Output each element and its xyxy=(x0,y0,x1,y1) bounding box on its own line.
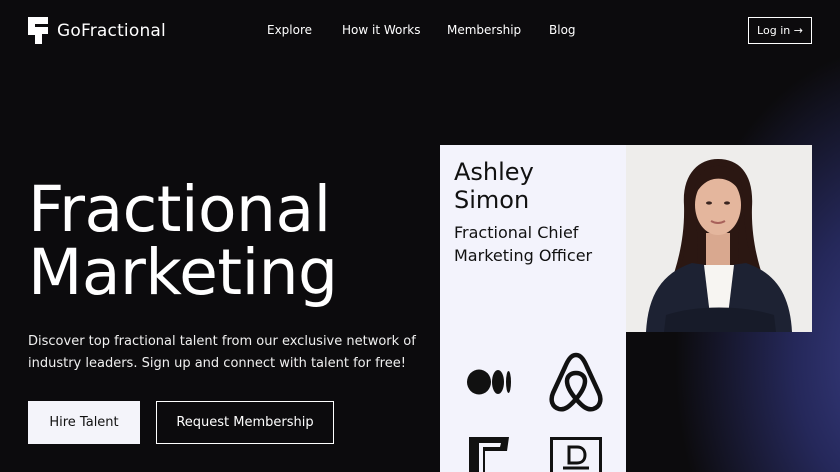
talent-portrait-image xyxy=(626,145,812,332)
talent-role-line: Fractional Chief xyxy=(454,223,579,242)
gofractional-logo-icon xyxy=(28,17,48,44)
hero-title-line: Fractional xyxy=(28,173,331,246)
talent-name-line: Simon xyxy=(454,186,530,214)
talent-name-line: Ashley xyxy=(454,158,534,186)
login-button[interactable]: Log in → xyxy=(748,17,812,44)
doordash-d-logo-icon xyxy=(550,437,602,472)
talent-name: Ashley Simon xyxy=(454,158,534,214)
hire-talent-button[interactable]: Hire Talent xyxy=(28,401,140,444)
hero-title-line: Marketing xyxy=(28,236,338,309)
medium-logo-icon xyxy=(467,369,511,395)
nav-link-blog[interactable]: Blog xyxy=(549,23,576,37)
talent-role: Fractional Chief Marketing Officer xyxy=(454,221,592,267)
hero-description-line: Discover top fractional talent from our … xyxy=(28,334,416,349)
brand-name: GoFractional xyxy=(57,20,166,41)
top-nav: GoFractional Explore How it Works Member… xyxy=(0,0,840,62)
request-membership-button[interactable]: Request Membership xyxy=(156,401,334,444)
hero-title: Fractional Marketing xyxy=(28,178,338,304)
hero-description-line: industry leaders. Sign up and connect wi… xyxy=(28,356,406,371)
foursquare-logo-icon xyxy=(469,437,509,472)
nav-link-explore[interactable]: Explore xyxy=(267,23,312,37)
brand-logo[interactable]: GoFractional xyxy=(28,17,166,44)
hero-description: Discover top fractional talent from our … xyxy=(28,331,428,375)
talent-role-line: Marketing Officer xyxy=(454,246,593,265)
nav-link-how-it-works[interactable]: How it Works xyxy=(342,23,421,37)
airbnb-logo-icon xyxy=(549,352,603,412)
nav-link-membership[interactable]: Membership xyxy=(447,23,521,37)
talent-photo xyxy=(626,145,812,332)
talent-profile-card[interactable]: Ashley Simon Fractional Chief Marketing … xyxy=(440,145,626,472)
